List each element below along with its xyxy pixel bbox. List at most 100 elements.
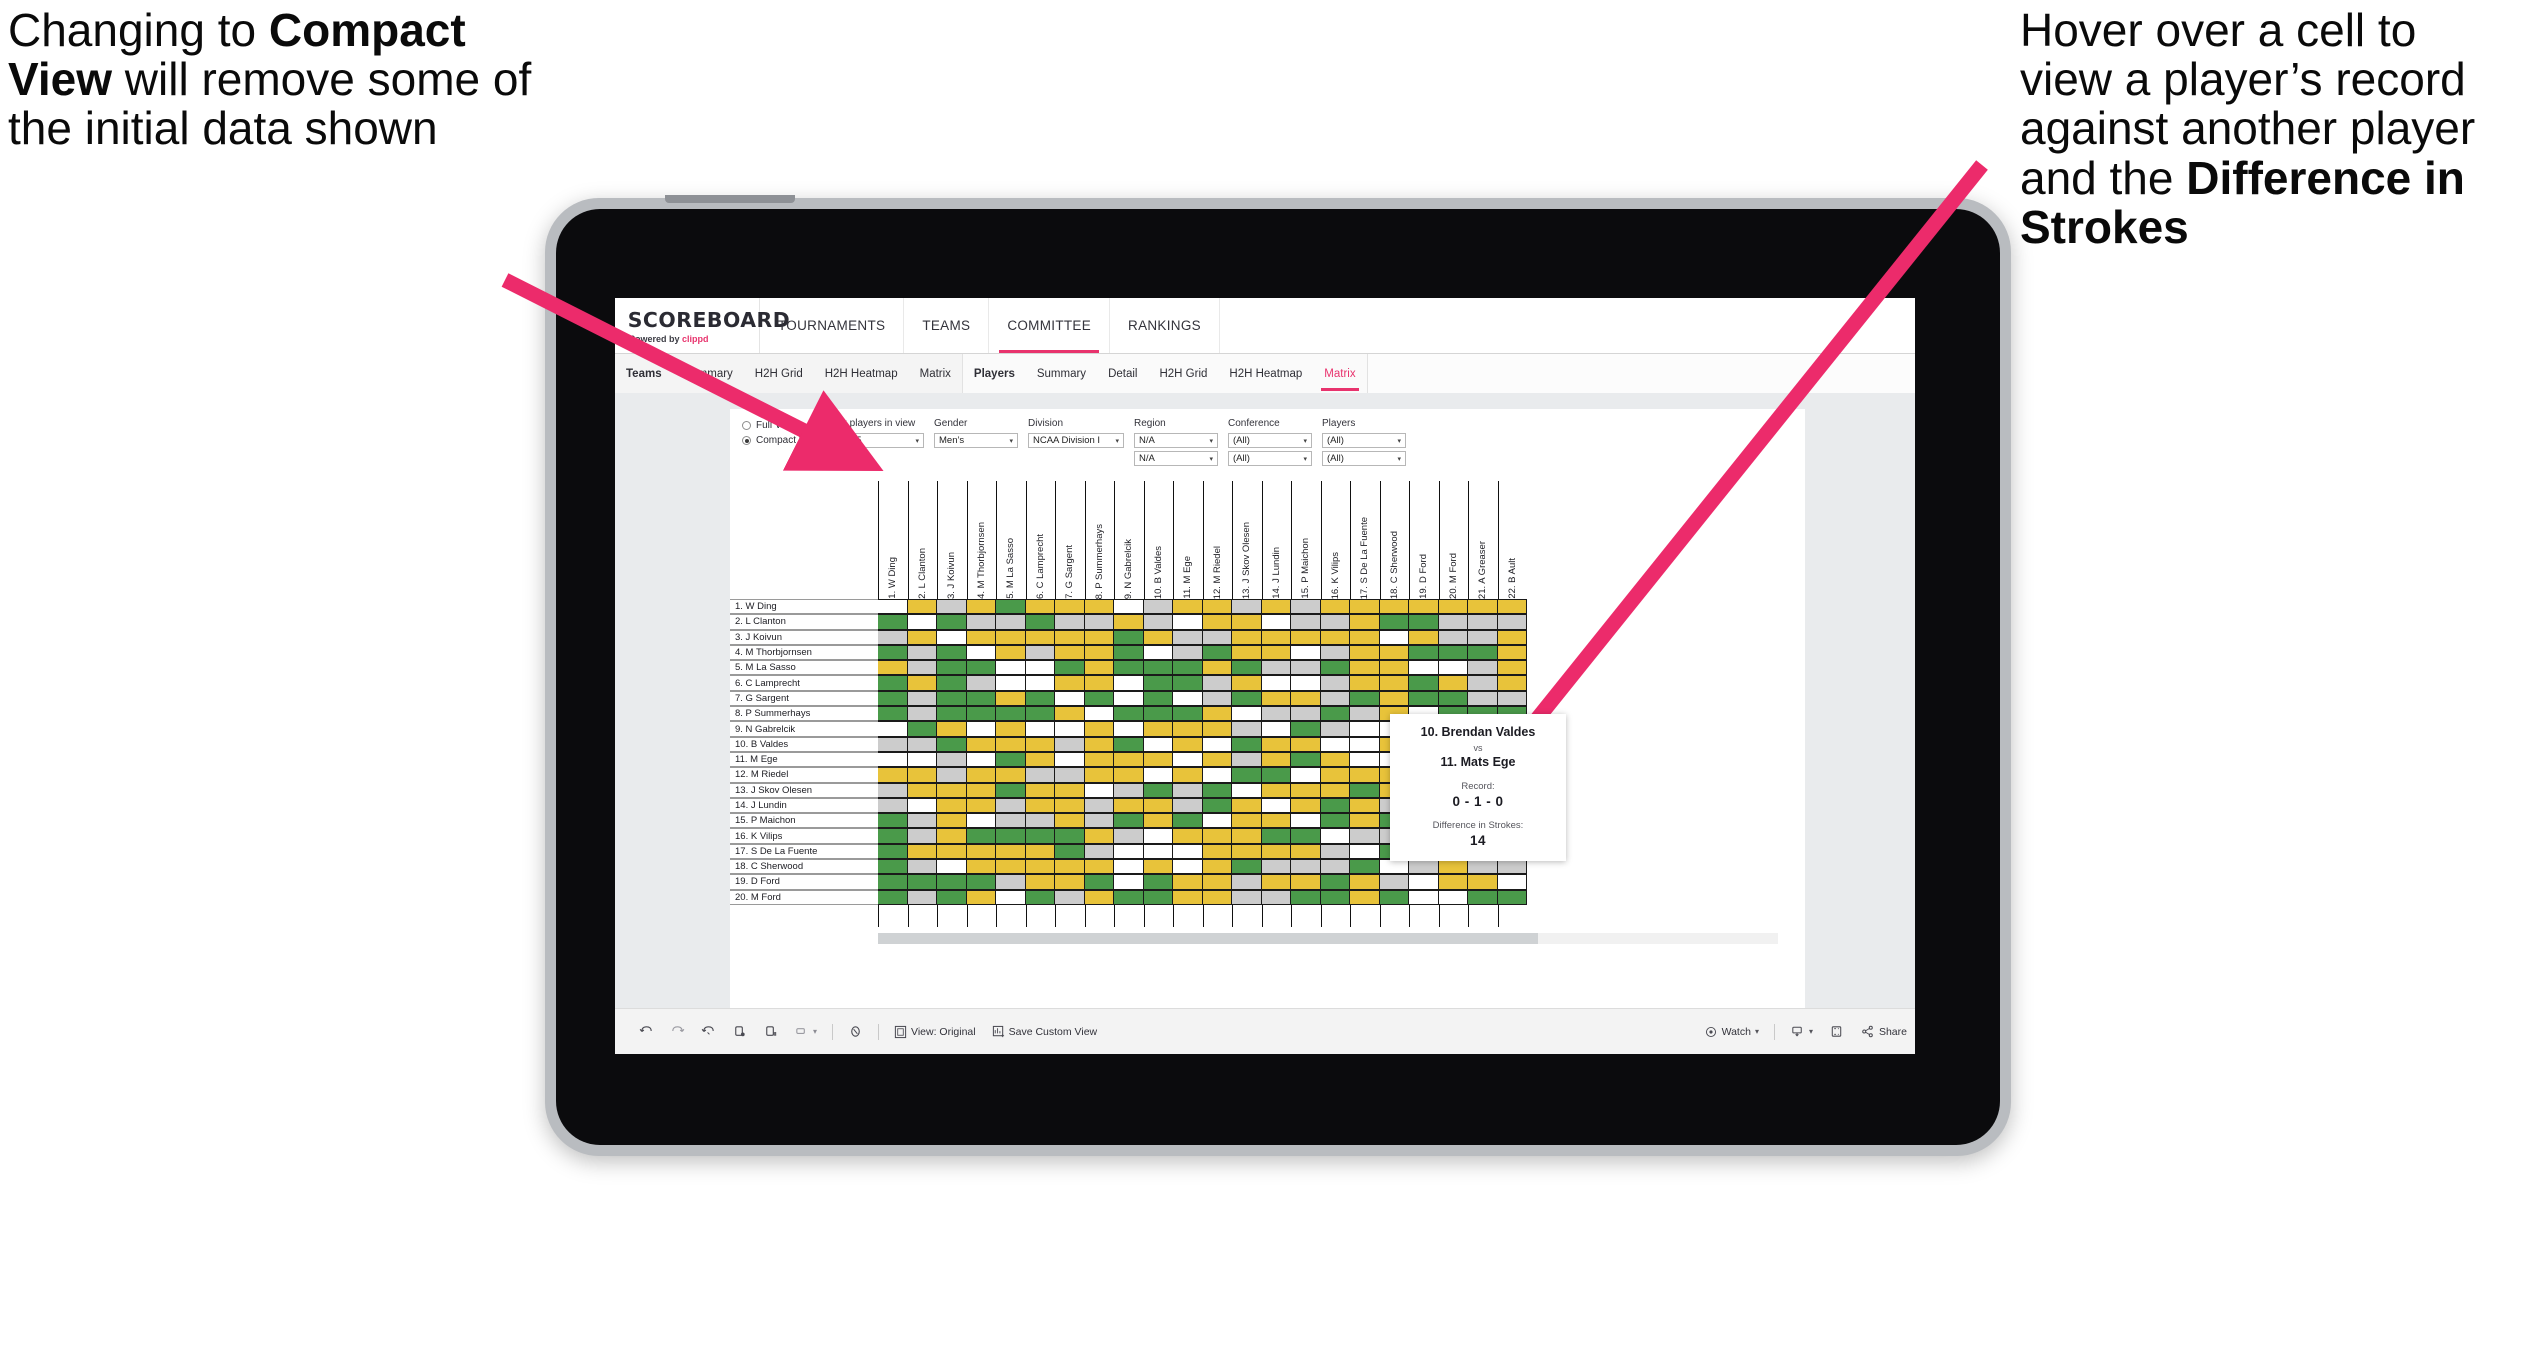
- matrix-cell[interactable]: [966, 797, 996, 814]
- matrix-cell[interactable]: [1114, 660, 1144, 676]
- view-original-button[interactable]: View: Original: [886, 1025, 984, 1039]
- top-nav-rankings[interactable]: RANKINGS: [1110, 298, 1220, 353]
- filter-select[interactable]: (All) ▾: [1322, 433, 1406, 448]
- matrix-cell[interactable]: [907, 859, 937, 875]
- matrix-cell[interactable]: [1025, 813, 1055, 829]
- matrix-cell[interactable]: [1261, 660, 1291, 676]
- matrix-cell[interactable]: [1291, 828, 1321, 844]
- matrix-cell[interactable]: [1143, 751, 1173, 768]
- matrix-cell[interactable]: [1114, 736, 1144, 752]
- matrix-cell[interactable]: [1025, 859, 1055, 875]
- matrix-cell[interactable]: [1409, 675, 1439, 691]
- matrix-cell[interactable]: [1143, 782, 1173, 798]
- matrix-cell[interactable]: [1261, 644, 1291, 661]
- matrix-cell[interactable]: [1055, 767, 1085, 783]
- matrix-cell[interactable]: [966, 644, 996, 661]
- matrix-cell[interactable]: [1261, 614, 1291, 630]
- matrix-cell[interactable]: [937, 843, 967, 860]
- matrix-cell[interactable]: [1379, 859, 1409, 875]
- matrix-cell[interactable]: [1350, 751, 1380, 768]
- matrix-col-header[interactable]: 5. M La Sasso: [996, 481, 1026, 599]
- matrix-cell[interactable]: [1409, 629, 1439, 645]
- matrix-cell[interactable]: [1468, 675, 1498, 691]
- matrix-row-label[interactable]: 19. D Ford: [730, 874, 878, 890]
- matrix-cell[interactable]: [1291, 644, 1321, 661]
- filter-select[interactable]: N/A ▾: [1134, 433, 1218, 448]
- matrix-cell[interactable]: [1143, 721, 1173, 737]
- matrix-cell[interactable]: [1409, 889, 1439, 905]
- matrix-cell[interactable]: [1497, 644, 1527, 661]
- matrix-cell[interactable]: [1468, 629, 1498, 645]
- matrix-cell[interactable]: [1232, 782, 1262, 798]
- matrix-cell[interactable]: [996, 706, 1026, 722]
- matrix-cell[interactable]: [1320, 614, 1350, 630]
- matrix-cell[interactable]: [1497, 599, 1527, 615]
- matrix-cell[interactable]: [966, 859, 996, 875]
- top-nav-tournaments[interactable]: TOURNAMENTS: [760, 298, 905, 353]
- matrix-cell[interactable]: [966, 874, 996, 890]
- matrix-cell[interactable]: [1350, 797, 1380, 814]
- matrix-cell[interactable]: [1438, 859, 1468, 875]
- matrix-cell[interactable]: [937, 797, 967, 814]
- matrix-cell[interactable]: [1291, 797, 1321, 814]
- matrix-cell[interactable]: [1261, 599, 1291, 615]
- matrix-cell[interactable]: [878, 859, 908, 875]
- matrix-row-label[interactable]: 16. K Vilips: [730, 828, 878, 844]
- matrix-cell[interactable]: [1114, 629, 1144, 645]
- matrix-cell[interactable]: [1409, 690, 1439, 707]
- matrix-cell[interactable]: [1409, 614, 1439, 630]
- matrix-cell[interactable]: [1173, 721, 1203, 737]
- matrix-scroll-region[interactable]: 1. W Ding 2. L Clanton 3. J Koivun 4. M Tho…: [730, 481, 1805, 1009]
- matrix-cell[interactable]: [1173, 874, 1203, 890]
- matrix-cell[interactable]: [1114, 767, 1144, 783]
- matrix-cell[interactable]: [1143, 889, 1173, 905]
- matrix-cell[interactable]: [1173, 813, 1203, 829]
- matrix-cell[interactable]: [1055, 859, 1085, 875]
- matrix-cell[interactable]: [996, 629, 1026, 645]
- matrix-cell[interactable]: [1084, 843, 1114, 860]
- matrix-cell[interactable]: [1084, 629, 1114, 645]
- matrix-cell[interactable]: [907, 644, 937, 661]
- matrix-cell[interactable]: [1438, 889, 1468, 905]
- matrix-col-header[interactable]: 22. B Ault: [1497, 481, 1528, 599]
- matrix-cell[interactable]: [1055, 706, 1085, 722]
- matrix-row-label[interactable]: 17. S De La Fuente: [730, 843, 878, 860]
- matrix-cell[interactable]: [878, 675, 908, 691]
- matrix-cell[interactable]: [1114, 599, 1144, 615]
- matrix-col-header[interactable]: 20. M Ford: [1438, 481, 1469, 599]
- matrix-cell[interactable]: [1114, 644, 1144, 661]
- matrix-cell[interactable]: [1261, 843, 1291, 860]
- matrix-cell[interactable]: [1173, 690, 1203, 707]
- matrix-cell[interactable]: [1143, 767, 1173, 783]
- matrix-cell[interactable]: [1084, 690, 1114, 707]
- matrix-cell[interactable]: [907, 721, 937, 737]
- matrix-cell[interactable]: [1261, 721, 1291, 737]
- matrix-cell[interactable]: [878, 736, 908, 752]
- matrix-cell[interactable]: [907, 828, 937, 844]
- matrix-cell[interactable]: [996, 721, 1026, 737]
- sub-tab-h2h-heatmap[interactable]: H2H Heatmap: [814, 354, 909, 394]
- matrix-cell[interactable]: [1173, 889, 1203, 905]
- matrix-cell[interactable]: [1173, 859, 1203, 875]
- matrix-cell[interactable]: [878, 706, 908, 722]
- matrix-cell[interactable]: [1173, 751, 1203, 768]
- matrix-cell[interactable]: [1084, 859, 1114, 875]
- top-nav-committee[interactable]: COMMITTEE: [989, 298, 1111, 353]
- matrix-cell[interactable]: [907, 736, 937, 752]
- matrix-cell[interactable]: [878, 614, 908, 630]
- app-logo[interactable]: SCOREBOARD Powered by clippd: [615, 298, 790, 353]
- matrix-cell[interactable]: [1350, 599, 1380, 615]
- matrix-col-header[interactable]: 14. J Lundin: [1261, 481, 1292, 599]
- pause-button[interactable]: [755, 1024, 786, 1039]
- matrix-cell[interactable]: [1232, 751, 1262, 768]
- matrix-col-header[interactable]: 18. C Sherwood: [1379, 481, 1410, 599]
- matrix-cell[interactable]: [966, 599, 996, 615]
- matrix-cell[interactable]: [878, 767, 908, 783]
- matrix-cell[interactable]: [1232, 813, 1262, 829]
- matrix-cell[interactable]: [1350, 614, 1380, 630]
- matrix-cell[interactable]: [907, 797, 937, 814]
- matrix-cell[interactable]: [1055, 843, 1085, 860]
- matrix-cell[interactable]: [907, 614, 937, 630]
- matrix-cell[interactable]: [1261, 675, 1291, 691]
- matrix-cell[interactable]: [1320, 751, 1350, 768]
